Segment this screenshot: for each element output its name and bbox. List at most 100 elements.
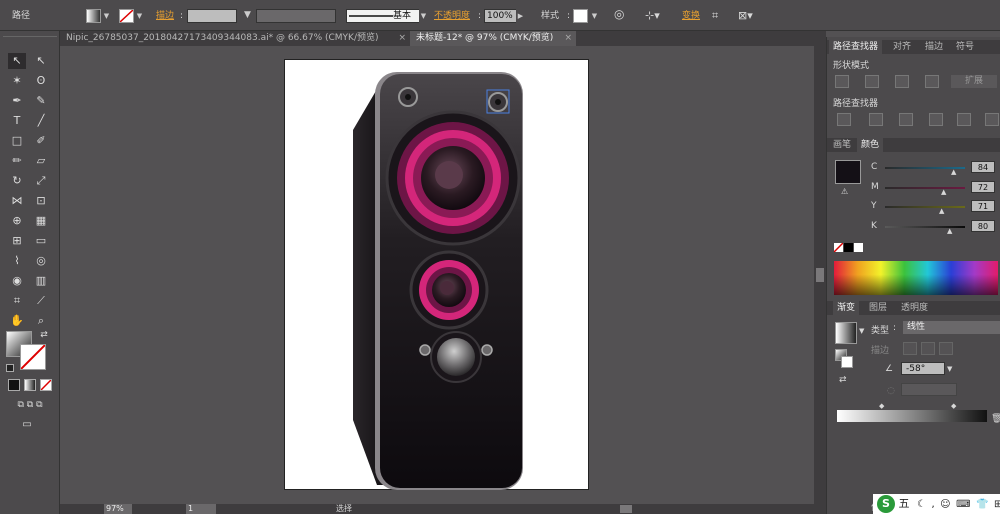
curvature-tool-icon[interactable]: ✎ [32,93,50,109]
tab-pathfinder[interactable]: 路径查找器 [829,40,883,54]
none-swatch[interactable] [833,242,844,253]
close-icon[interactable]: × [564,31,572,46]
gradient-tool-icon[interactable]: ▭ [32,233,50,249]
m-value-input[interactable]: 72 [971,181,995,193]
expand-button[interactable]: 扩展 [951,75,997,88]
tab-stroke[interactable]: 描边 [921,40,947,54]
m-slider[interactable] [885,187,965,189]
stroke-along-button[interactable] [921,342,935,355]
canvas-vertical-scrollbar[interactable] [814,46,826,514]
paintbrush-tool-icon[interactable]: ✐ [32,133,50,149]
opacity-label[interactable]: 不透明度 [434,9,470,23]
exclude-button[interactable] [925,75,939,88]
tab-untitled-12[interactable]: 未标题-12* @ 97% (CMYK/预览) × [410,31,576,46]
artboard-tool-icon[interactable]: ⌗ [8,293,26,309]
style-dropdown-icon[interactable]: ▼ [590,9,599,23]
gradient-angle-input[interactable]: -58° [901,362,945,375]
gradient-midpoint-icon[interactable]: ◆ [951,402,956,410]
gradient-slider-bar[interactable] [837,410,987,422]
k-slider[interactable] [885,226,965,228]
divide-button[interactable] [837,113,851,126]
direct-selection-tool-icon[interactable]: ↖ [32,53,50,69]
brush-definition-select[interactable]: 基本 [346,9,426,23]
rectangle-tool-icon[interactable]: □ [8,133,26,149]
intersect-button[interactable] [895,75,909,88]
color-fill-swatch[interactable] [835,160,861,184]
screen-mode-icon[interactable]: ▭ [18,417,36,433]
stroke-across-button[interactable] [939,342,953,355]
color-mode-button[interactable] [8,379,20,391]
stroke-weight-field[interactable] [187,9,237,23]
delete-stop-icon[interactable]: 🗑 [991,414,1000,424]
out-of-gamut-warning-icon[interactable]: ⚠ [841,187,848,196]
gradient-midpoint-icon[interactable]: ◆ [879,402,884,410]
outline-button[interactable] [957,113,971,126]
tab-nipic-document[interactable]: Nipic_26785037_20180427173409344083.ai* … [60,31,410,46]
tab-gradient[interactable]: 渐变 [833,301,860,315]
slider-handle-icon[interactable]: ▲ [939,207,944,215]
stroke-weight-dropdown-icon[interactable]: ▼ [242,9,254,23]
none-mode-button[interactable] [40,379,52,391]
perspective-grid-tool-icon[interactable]: ▦ [32,213,50,229]
artboard[interactable] [284,59,589,490]
stroke-swatch[interactable] [119,9,134,23]
slice-tool-icon[interactable]: ⟋ [32,293,50,309]
gradient-stroke-box[interactable] [841,356,853,368]
free-transform-tool-icon[interactable]: ⊡ [32,193,50,209]
lasso-tool-icon[interactable]: ʘ [32,73,50,89]
minus-front-button[interactable] [865,75,879,88]
horizontal-scrollbar-thumb[interactable] [620,505,632,513]
isolate-object-icon[interactable]: ⌗ [712,9,718,23]
arrange-documents-icon[interactable]: ⊠▾ [738,9,753,23]
type-tool-icon[interactable]: T [8,113,26,129]
zoom-field[interactable]: 97% [104,504,132,514]
y-value-input[interactable]: 71 [971,200,995,212]
gradient-preview-swatch[interactable] [835,322,857,344]
eyedropper-tool-icon[interactable]: ⌇ [8,253,26,269]
pencil-tool-icon[interactable]: ✏ [8,153,26,169]
opacity-dropdown-icon[interactable]: ▶ [516,9,525,23]
default-fill-stroke-icon[interactable] [6,364,14,372]
slider-handle-icon[interactable]: ▲ [951,168,956,176]
magic-wand-tool-icon[interactable]: ✶ [8,73,26,89]
column-graph-tool-icon[interactable]: ▥ [32,273,50,289]
rotate-tool-icon[interactable]: ↻ [8,173,26,189]
crop-button[interactable] [929,113,943,126]
close-icon[interactable]: × [398,31,406,46]
symbol-sprayer-tool-icon[interactable]: ◉ [8,273,26,289]
stroke-within-button[interactable] [903,342,917,355]
toolbar-grip[interactable] [3,33,57,37]
black-swatch[interactable] [844,243,853,252]
color-spectrum-bar[interactable] [834,261,998,295]
merge-button[interactable] [899,113,913,126]
trim-button[interactable] [869,113,883,126]
white-swatch[interactable] [854,243,863,252]
k-value-input[interactable]: 80 [971,220,995,232]
drawing-modes-icon[interactable]: ⧉ ⧉ ⧉ [6,397,54,413]
transform-label[interactable]: 变换 [682,9,700,23]
align-options-icon[interactable]: ⊹▾ [645,9,660,23]
recolor-artwork-icon[interactable]: ◎ [614,7,624,21]
canvas-area[interactable] [60,46,814,504]
angle-dropdown-icon[interactable]: ▼ [947,365,952,373]
eraser-tool-icon[interactable]: ▱ [32,153,50,169]
gradient-mode-button[interactable] [24,379,36,391]
y-slider[interactable] [885,206,965,208]
minus-back-button[interactable] [985,113,999,126]
reverse-gradient-icon[interactable]: ⇄ [839,375,847,385]
tab-layers[interactable]: 图层 [865,301,891,315]
scale-tool-icon[interactable]: ⤢ [32,173,50,189]
gradient-type-select[interactable]: 线性 [903,321,1000,334]
gradient-preset-dropdown-icon[interactable]: ▼ [859,327,864,335]
unite-button[interactable] [835,75,849,88]
stroke-color-box[interactable] [20,344,46,370]
speaker-artwork[interactable] [285,60,590,491]
stroke-label[interactable]: 描边 [156,9,174,23]
hand-tool-icon[interactable]: ✋ [8,313,26,329]
fill-swatch[interactable] [86,9,101,23]
width-tool-icon[interactable]: ⋈ [8,193,26,209]
tab-symbols[interactable]: 符号 [952,40,978,54]
slider-handle-icon[interactable]: ▲ [941,188,946,196]
swap-fill-stroke-icon[interactable]: ⇄ [38,327,50,343]
tab-align[interactable]: 对齐 [889,40,915,54]
